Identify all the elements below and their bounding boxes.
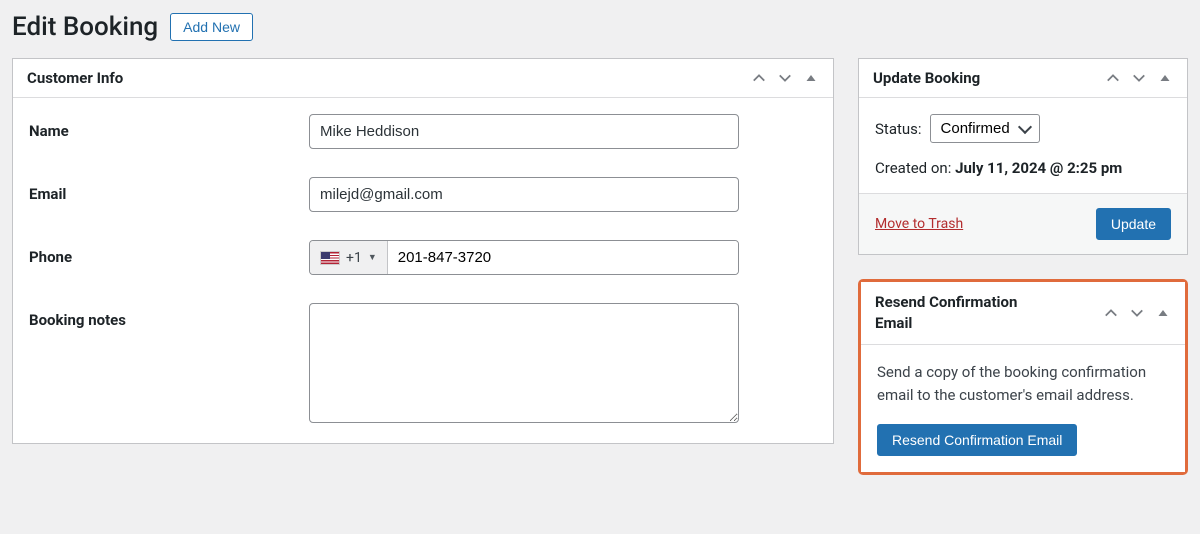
phone-input[interactable]	[388, 241, 738, 274]
phone-country-selector[interactable]: +1 ▼	[310, 241, 388, 274]
created-on-value: July 11, 2024 @ 2:25 pm	[955, 159, 1122, 177]
resend-confirmation-title: Resend Confirmation Email	[875, 292, 1045, 334]
resend-description: Send a copy of the booking confirmation …	[877, 361, 1169, 406]
add-new-button[interactable]: Add New	[170, 13, 253, 41]
name-input[interactable]	[309, 114, 739, 149]
move-down-icon[interactable]	[777, 70, 793, 86]
phone-label: Phone	[29, 240, 309, 266]
chevron-down-icon: ▼	[368, 252, 377, 263]
update-button[interactable]: Update	[1096, 208, 1171, 240]
customer-info-panel: Customer Info Name	[12, 58, 834, 444]
move-to-trash-link[interactable]: Move to Trash	[875, 216, 963, 232]
resend-confirmation-button[interactable]: Resend Confirmation Email	[877, 424, 1077, 456]
resend-confirmation-panel: Resend Confirmation Email S	[858, 279, 1188, 475]
customer-info-title: Customer Info	[27, 69, 123, 87]
status-label: Status:	[875, 120, 922, 138]
move-down-icon[interactable]	[1129, 305, 1145, 321]
move-up-icon[interactable]	[1103, 305, 1119, 321]
move-up-icon[interactable]	[1105, 70, 1121, 86]
booking-notes-label: Booking notes	[29, 303, 309, 329]
update-booking-title: Update Booking	[873, 69, 980, 87]
name-label: Name	[29, 114, 309, 140]
email-input[interactable]	[309, 177, 739, 212]
move-up-icon[interactable]	[751, 70, 767, 86]
page-title: Edit Booking	[12, 12, 158, 42]
booking-notes-textarea[interactable]	[309, 303, 739, 423]
status-select[interactable]: Confirmed	[930, 114, 1040, 143]
update-booking-panel: Update Booking Status:	[858, 58, 1188, 255]
email-label: Email	[29, 177, 309, 203]
toggle-collapse-icon[interactable]	[1155, 305, 1171, 321]
move-down-icon[interactable]	[1131, 70, 1147, 86]
toggle-collapse-icon[interactable]	[803, 70, 819, 86]
toggle-collapse-icon[interactable]	[1157, 70, 1173, 86]
country-code-label: +1	[346, 250, 362, 266]
created-on-label: Created on:	[875, 159, 951, 177]
us-flag-icon	[320, 251, 340, 265]
